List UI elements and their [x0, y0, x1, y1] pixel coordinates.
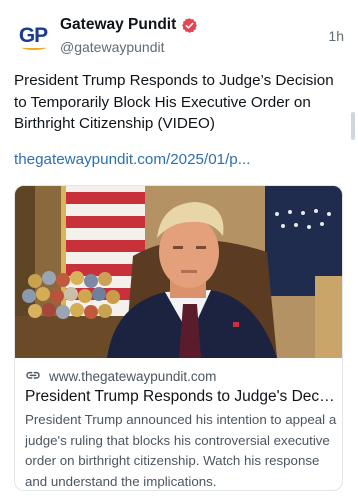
link-icon — [26, 371, 40, 379]
post-header: Gateway Pundit @gatewaypundit 1h — [60, 14, 344, 55]
card-image[interactable] — [15, 186, 342, 358]
handle[interactable]: @gatewaypundit — [60, 39, 344, 55]
display-name[interactable]: Gateway Pundit — [60, 16, 176, 34]
card-photo — [15, 186, 342, 358]
post[interactable]: GP Gateway Pundit @gatewaypundit 1h Pres… — [0, 0, 358, 500]
card-domain: www.thegatewaypundit.com — [49, 368, 217, 384]
name-row: Gateway Pundit — [60, 14, 344, 36]
card-description: President Trump announced his intention … — [25, 412, 337, 489]
avatar-swoosh — [22, 45, 46, 50]
timestamp[interactable]: 1h — [328, 28, 344, 44]
scrollbar-thumb[interactable] — [351, 112, 355, 140]
card-domain-row: www.thegatewaypundit.com — [25, 367, 332, 385]
card-title[interactable]: President Trump Responds to Judge's Deci… — [25, 387, 335, 407]
avatar-initials: GP — [18, 23, 48, 47]
post-text: President Trump Responds to Judge’s Deci… — [14, 72, 334, 132]
post-link[interactable]: thegatewaypundit.com/2025/01/p... — [14, 151, 334, 168]
verified-badge-icon — [182, 17, 198, 33]
card-body: www.thegatewaypundit.com President Trump… — [15, 358, 342, 490]
link-preview-card[interactable]: www.thegatewaypundit.com President Trump… — [14, 185, 343, 491]
avatar[interactable]: GP — [14, 16, 52, 54]
